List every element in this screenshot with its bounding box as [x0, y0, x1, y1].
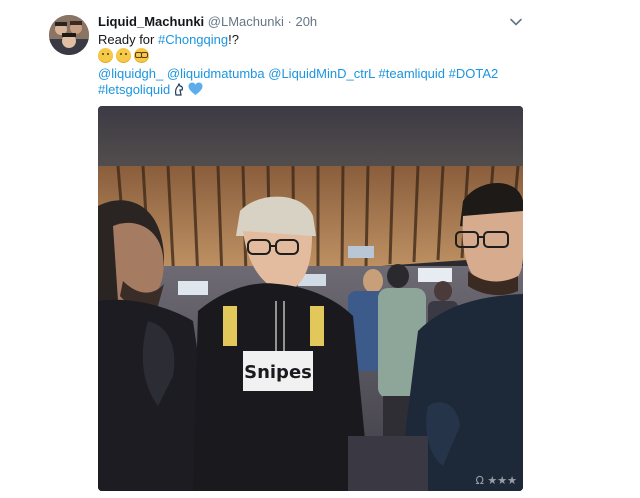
smirking-face-icon — [116, 48, 131, 63]
tweet-text-prefix: Ready for — [98, 32, 158, 47]
hoodie-print: Snipes — [244, 362, 312, 383]
thinking-face-icon — [98, 48, 113, 63]
emoji-row — [98, 48, 152, 65]
image-watermark: Ω ★★★ — [475, 474, 518, 487]
nerd-face-icon — [134, 48, 149, 63]
display-name[interactable]: Liquid_Machunki — [98, 14, 204, 29]
hashtag-letsgoliquid[interactable]: #letsgoliquid — [98, 82, 170, 97]
tweet-header: Liquid_Machunki @LMachunki · 20h — [98, 14, 317, 30]
user-avatar[interactable] — [49, 15, 89, 55]
hashtag-dota2[interactable]: #DOTA2 — [449, 66, 499, 81]
blue-heart-icon — [188, 82, 203, 95]
mention-liquidmind-ctrl[interactable]: @LiquidMinD_ctrL — [268, 66, 375, 81]
tweet-hashtag-line: #letsgoliquid — [98, 82, 203, 98]
tweet-card: Liquid_Machunki @LMachunki · 20h Ready f… — [0, 0, 640, 498]
chevron-down-icon[interactable] — [509, 15, 523, 29]
hashtag-chongqing[interactable]: #Chongqing — [158, 32, 228, 47]
tweet-mentions-line: @liquidgh_ @liquidmatumba @LiquidMinD_ct… — [98, 66, 498, 82]
liquid-horse-icon — [175, 83, 184, 96]
tweet-text-suffix: !? — [228, 32, 239, 47]
mention-liquidgh[interactable]: @liquidgh_ — [98, 66, 163, 81]
user-handle[interactable]: @LMachunki — [208, 14, 284, 29]
airport-photo: Snipes — [98, 106, 523, 491]
header-separator: · — [287, 14, 292, 29]
tweet-timestamp[interactable]: 20h — [295, 14, 317, 29]
tweet-text-line-1: Ready for #Chongqing!? — [98, 32, 239, 48]
hashtag-teamliquid[interactable]: #teamliquid — [379, 66, 446, 81]
mention-liquidmatumba[interactable]: @liquidmatumba — [167, 66, 265, 81]
tweet-photo[interactable]: Snipes Ω ★★★ — [98, 106, 523, 491]
